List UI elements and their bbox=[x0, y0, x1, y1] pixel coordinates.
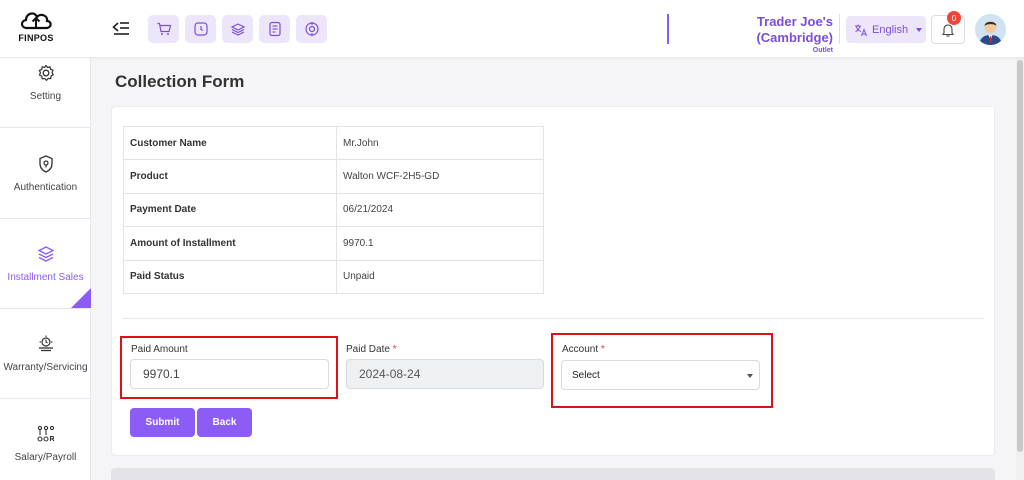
gear-icon bbox=[38, 64, 54, 81]
detail-value: 06/21/2024 bbox=[336, 192, 544, 228]
sidebar: Setting Authentication Installment Sales bbox=[0, 58, 91, 480]
translate-icon bbox=[855, 24, 867, 36]
sidebar-item-label: Warranty/Servicing bbox=[3, 362, 88, 373]
detail-value: Unpaid bbox=[336, 259, 544, 294]
required-mark: * bbox=[600, 344, 605, 355]
next-card-edge bbox=[111, 468, 995, 480]
detail-key: Paid Status bbox=[123, 259, 337, 294]
detail-key: Product bbox=[123, 159, 337, 194]
table-row: Product Walton WCF-2H5-GD bbox=[123, 159, 544, 194]
detail-value: Walton WCF-2H5-GD bbox=[336, 159, 544, 194]
table-row: Payment Date 06/21/2024 bbox=[123, 192, 544, 228]
language-label: English bbox=[872, 23, 909, 36]
top-header: FINPOS Trader Joe's (Cambridge) Outlet E… bbox=[0, 0, 1024, 58]
collection-details-table: Customer Name Mr.John Product Walton WCF… bbox=[123, 125, 544, 294]
sidebar-item-installment-sales[interactable]: Installment Sales bbox=[0, 219, 91, 309]
notification-badge: 0 bbox=[947, 11, 961, 25]
layers-icon bbox=[37, 246, 54, 262]
user-avatar[interactable] bbox=[975, 14, 1006, 45]
sidebar-item-label: Installment Sales bbox=[7, 272, 84, 283]
paid-date-input: 2024-08-24 bbox=[346, 359, 544, 389]
language-dropdown[interactable]: English bbox=[846, 16, 926, 43]
sidebar-item-label: Setting bbox=[29, 91, 62, 102]
table-row: Customer Name Mr.John bbox=[123, 125, 544, 161]
detail-key: Payment Date bbox=[123, 192, 337, 228]
clock-icon[interactable] bbox=[185, 15, 216, 43]
detail-key: Customer Name bbox=[123, 125, 337, 161]
account-label: Account * bbox=[562, 344, 605, 355]
required-mark: * bbox=[392, 344, 397, 355]
table-row: Paid Status Unpaid bbox=[123, 259, 544, 294]
chevron-down-icon bbox=[916, 27, 923, 32]
layers-icon[interactable] bbox=[222, 15, 253, 43]
submit-button[interactable]: Submit bbox=[130, 408, 195, 437]
detail-key: Amount of Installment bbox=[123, 226, 337, 261]
detail-value: Mr.John bbox=[336, 125, 544, 161]
sidebar-item-label: Authentication bbox=[13, 182, 78, 193]
detail-value: 9970.1 bbox=[336, 226, 544, 261]
target-icon[interactable] bbox=[296, 15, 327, 43]
receipt-icon[interactable] bbox=[259, 15, 290, 43]
payroll-icon bbox=[36, 425, 54, 442]
store-name: Trader Joe's (Cambridge) bbox=[756, 14, 833, 45]
paid-date-label: Paid Date * bbox=[346, 344, 397, 355]
paid-date-label-text: Paid Date bbox=[346, 344, 390, 355]
account-label-text: Account bbox=[562, 344, 599, 355]
store-type: Outlet bbox=[812, 47, 833, 54]
sidebar-item-warranty-servicing[interactable]: Warranty/Servicing bbox=[0, 309, 91, 399]
sidebar-item-authentication[interactable]: Authentication bbox=[0, 129, 91, 219]
account-select-value: Select bbox=[572, 369, 600, 381]
app-logo[interactable]: FINPOS bbox=[14, 8, 58, 50]
store-selector[interactable]: Trader Joe's (Cambridge) Outlet bbox=[667, 14, 833, 54]
cloud-logo-icon bbox=[20, 12, 52, 30]
header-divider bbox=[839, 14, 840, 44]
cart-icon[interactable] bbox=[148, 15, 179, 43]
sidebar-item-salary-payroll[interactable]: Salary/Payroll bbox=[0, 399, 91, 480]
paid-amount-input[interactable]: 9970.1 bbox=[130, 359, 329, 389]
account-select[interactable]: Select bbox=[561, 360, 760, 390]
chevron-down-icon bbox=[747, 374, 753, 378]
scrollbar-thumb[interactable] bbox=[1017, 60, 1023, 452]
sidebar-item-label: Salary/Payroll bbox=[14, 452, 77, 463]
page-title: Collection Form bbox=[115, 72, 245, 91]
service-icon bbox=[38, 335, 53, 352]
logo-text: FINPOS bbox=[18, 33, 54, 43]
menu-toggle-icon[interactable] bbox=[112, 20, 130, 36]
active-indicator bbox=[71, 288, 91, 308]
table-row: Amount of Installment 9970.1 bbox=[123, 226, 544, 261]
paid-amount-label: Paid Amount bbox=[131, 344, 188, 355]
shield-icon bbox=[38, 155, 53, 173]
form-divider bbox=[123, 318, 984, 319]
quick-access-toolbar bbox=[148, 15, 327, 43]
back-button[interactable]: Back bbox=[197, 408, 252, 437]
